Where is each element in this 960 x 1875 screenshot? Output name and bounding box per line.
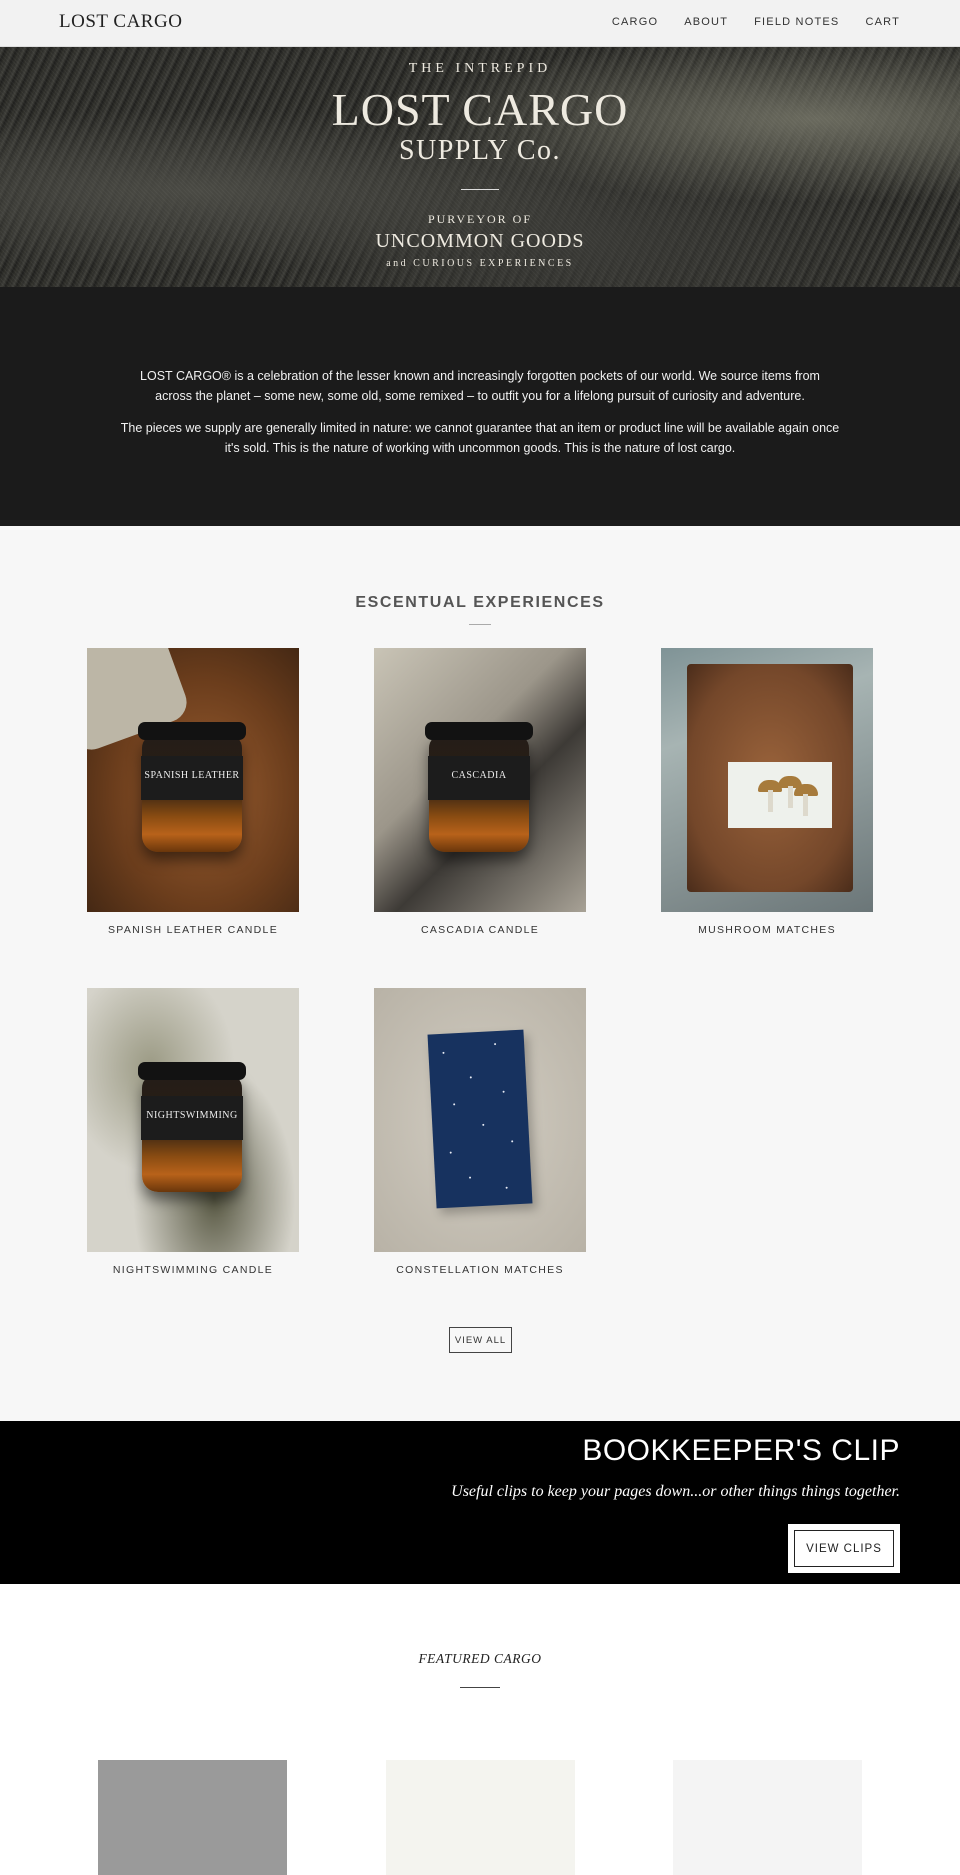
featured-card[interactable] (673, 1760, 862, 1875)
intro-paragraph-1: LOST CARGO® is a celebration of the less… (140, 369, 820, 403)
intro-paragraph-2: The pieces we supply are generally limit… (120, 421, 840, 455)
jar-lid (425, 722, 533, 740)
jar-label: CASCADIA (428, 756, 530, 800)
product-spanish-leather[interactable]: SPANISH LEATHER SPANISH LEATHER CANDLE (87, 648, 299, 936)
hero-banner: THE INTREPID LOST CARGO SUPPLY Co. PURVE… (0, 47, 960, 287)
star (511, 1140, 514, 1143)
banner-subtitle: Useful clips to keep your pages down...o… (451, 1483, 900, 1500)
product-name[interactable]: SPANISH LEATHER CANDLE (87, 924, 299, 936)
site-header: LOST CARGO CARGO ABOUT FIELD NOTES CART (0, 0, 960, 47)
main-nav: CARGO ABOUT FIELD NOTES CART (612, 16, 900, 28)
jar-label-text: SPANISH LEATHER (144, 770, 240, 781)
banner-title: BOOKKEEPER'S CLIP (582, 1434, 900, 1467)
jar-lid (138, 1062, 246, 1080)
star (453, 1103, 456, 1106)
hero-purveyor: PURVEYOR OF (427, 212, 533, 226)
view-clips-button[interactable]: VIEW CLIPS (788, 1524, 900, 1573)
mushroom-stem (768, 790, 773, 812)
nav-about[interactable]: ABOUT (684, 16, 728, 28)
featured-title: FEATURED CARGO (418, 1651, 542, 1666)
jar-label: NIGHTSWIMMING (141, 1096, 243, 1140)
star (482, 1123, 485, 1126)
view-clips-label[interactable]: VIEW CLIPS (794, 1530, 894, 1567)
escentual-title: ESCENTUAL EXPERIENCES (355, 594, 605, 611)
product-name[interactable]: NIGHTSWIMMING CANDLE (87, 1264, 299, 1276)
hero-subtitle: SUPPLY Co. (398, 135, 562, 166)
product-image[interactable]: CASCADIA (374, 648, 586, 912)
nav-cargo[interactable]: CARGO (612, 16, 658, 28)
product-cascadia[interactable]: CASCADIA CASCADIA CANDLE (374, 648, 586, 936)
star (442, 1051, 445, 1054)
product-name[interactable]: CASCADIA CANDLE (374, 924, 586, 936)
product-name[interactable]: CONSTELLATION MATCHES (374, 1264, 586, 1276)
mushroom-stem (803, 794, 808, 816)
product-image[interactable]: SPANISH LEATHER (87, 648, 299, 912)
featured-card[interactable] (386, 1760, 575, 1875)
mushroom-stem (788, 786, 793, 808)
hero-curious: and CURIOUS EXPERIENCES (386, 258, 574, 269)
hero-title: LOST CARGO (331, 84, 629, 135)
product-mushroom-matches[interactable]: MUSHROOM MATCHES (661, 648, 873, 936)
product-image[interactable]: NIGHTSWIMMING (87, 988, 299, 1252)
jar-label: SPANISH LEATHER (141, 756, 243, 800)
product-image[interactable] (661, 648, 873, 912)
product-constellation-matches[interactable]: CONSTELLATION MATCHES (374, 988, 586, 1276)
candle-jar: SPANISH LEATHER (138, 722, 246, 852)
star (469, 1176, 472, 1179)
escentual-divider (469, 624, 491, 625)
nav-field-notes[interactable]: FIELD NOTES (754, 16, 839, 28)
star (469, 1076, 472, 1079)
jar-label-text: NIGHTSWIMMING (146, 1110, 238, 1121)
star (449, 1151, 452, 1154)
matchbox (728, 762, 832, 828)
intro-section: LOST CARGO® is a celebration of the less… (0, 287, 960, 526)
hero-kicker: THE INTREPID (408, 61, 552, 76)
star (494, 1043, 497, 1046)
featured-section: FEATURED CARGO (0, 1584, 960, 1875)
view-all-button[interactable]: VIEW ALL (449, 1327, 512, 1353)
star (502, 1090, 505, 1093)
candle-jar: NIGHTSWIMMING (138, 1062, 246, 1192)
product-image[interactable] (374, 988, 586, 1252)
nav-cart[interactable]: CART (865, 16, 900, 28)
product-name[interactable]: MUSHROOM MATCHES (661, 924, 873, 936)
matchbox (427, 1029, 533, 1209)
jar-label-text: CASCADIA (451, 770, 507, 781)
featured-card[interactable] (98, 1760, 287, 1875)
featured-divider (460, 1687, 500, 1688)
product-nightswimming[interactable]: NIGHTSWIMMING NIGHTSWIMMING CANDLE (87, 988, 299, 1276)
candle-jar: CASCADIA (425, 722, 533, 852)
jar-lid (138, 722, 246, 740)
star (505, 1186, 508, 1189)
bookkeeper-banner: BOOKKEEPER'S CLIP Useful clips to keep y… (0, 1421, 960, 1584)
site-logo[interactable]: LOST CARGO (59, 11, 182, 33)
hero-divider (461, 189, 499, 190)
hero-goods: UNCOMMON GOODS (375, 230, 585, 252)
old-book (687, 664, 853, 892)
